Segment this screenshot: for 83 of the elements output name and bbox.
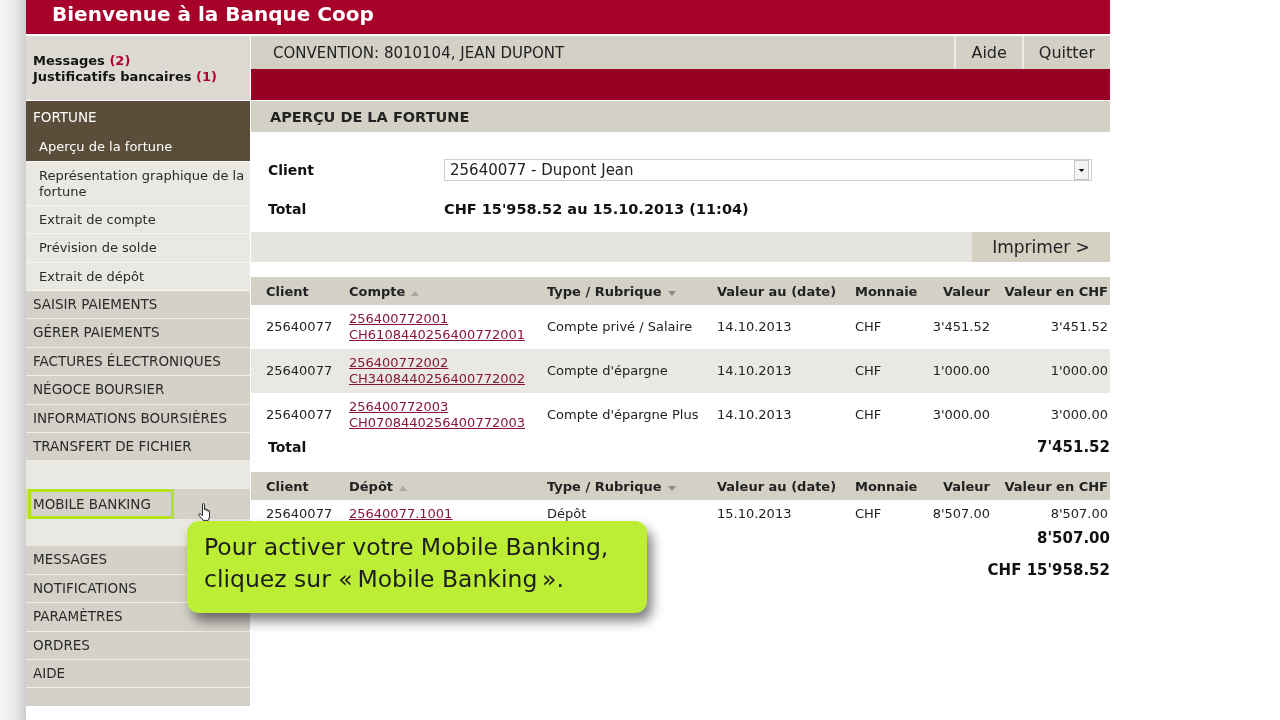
table-cell: 25640077 [266, 407, 333, 423]
site-title: Bienvenue à la Banque Coop [52, 2, 374, 26]
table-cell: CHF [855, 506, 882, 522]
table-cell: 8'507.00 [932, 506, 990, 522]
notice-link[interactable]: Justificatifs bancaires (1) [33, 69, 217, 85]
account-link[interactable]: 256400772002 [349, 355, 449, 371]
sidebar-subitem[interactable]: Représentation graphique de la fortune [26, 161, 250, 206]
total-amount: 8'507.00 [1037, 529, 1110, 547]
iban-link[interactable]: CH0708440256400772003 [349, 415, 525, 431]
sidebar-item[interactable]: FORTUNE [26, 101, 250, 133]
sort-up-icon [411, 290, 420, 296]
table-cell: 15.10.2013 [717, 506, 792, 522]
sidebar-item[interactable]: AIDE [26, 659, 73, 688]
column-header[interactable]: Client [266, 283, 309, 299]
page-title: APERÇU DE LA FORTUNE [270, 108, 470, 125]
table-cell: 25640077 [266, 506, 333, 522]
account-link[interactable]: 256400772001 [349, 311, 449, 327]
sidebar-item[interactable]: GÉRER PAIEMENTS [26, 319, 167, 347]
sort-up-icon [399, 485, 408, 491]
table-cell: 14.10.2013 [717, 363, 792, 379]
account-link[interactable]: 25640077.1001 [349, 506, 453, 522]
total-value: CHF 15'958.52 au 15.10.2013 (11:04) [444, 201, 749, 217]
field-label: Total [268, 201, 307, 217]
column-header[interactable]: Compte [349, 283, 420, 299]
column-header[interactable]: Valeur en CHF [1004, 478, 1108, 494]
table-cell: 14.10.2013 [717, 407, 792, 423]
sidebar-item[interactable]: TRANSFERT DE FICHIER [26, 432, 199, 461]
client-select[interactable]: 25640077 - Dupont Jean [444, 159, 1092, 181]
table-cell: Compte privé / Salaire [547, 319, 693, 335]
table-cell: Dépôt [547, 506, 587, 522]
table-cell: 1'000.00 [932, 363, 990, 379]
column-header[interactable]: Valeur [942, 283, 990, 299]
sidebar-item[interactable]: PARAMÈTRES [26, 603, 130, 631]
table-cell: Compte d'épargne Plus [547, 407, 699, 423]
column-header[interactable]: Valeur au (date) [717, 283, 837, 299]
account-link[interactable]: 256400772003 [349, 399, 449, 415]
table-cell: CHF [855, 319, 882, 335]
iban-link[interactable]: CH6108440256400772001 [349, 327, 525, 343]
tutorial-tooltip: Pour activer votre Mobile Banking, cliquez sur « Mobile Banking ». [187, 521, 647, 613]
column-header[interactable]: Dépôt [349, 478, 408, 494]
table-cell: 3'451.52 [932, 319, 990, 335]
sidebar-item[interactable]: INFORMATIONS BOURSIÈRES [26, 404, 234, 432]
total-label: Total [268, 439, 307, 455]
sidebar-subitem[interactable]: Aperçu de la fortune [26, 133, 250, 162]
column-header[interactable]: Monnaie [855, 478, 918, 494]
column-header[interactable]: Monnaie [855, 283, 918, 299]
table-cell: 8'507.00 [1050, 506, 1108, 522]
column-header[interactable]: Valeur [942, 478, 990, 494]
table-cell: 25640077 [266, 319, 333, 335]
column-header[interactable]: Valeur au (date) [717, 478, 837, 494]
table-cell: 3'000.00 [932, 407, 990, 423]
sidebar-item[interactable]: MOBILE BANKING [28, 488, 174, 519]
sort-down-icon [667, 485, 676, 491]
column-header[interactable]: Valeur en CHF [1004, 283, 1108, 299]
column-header[interactable]: Type / Rubrique [547, 478, 676, 494]
sidebar-subitem[interactable]: Extrait de dépôt [26, 262, 250, 291]
sidebar-item[interactable]: SAISIR PAIEMENTS [26, 291, 165, 319]
hand-cursor-icon [198, 503, 210, 521]
table-cell: 1'000.00 [1050, 363, 1108, 379]
sort-down-icon [667, 290, 676, 296]
notice-link[interactable]: Messages (2) [33, 53, 131, 69]
sidebar-subitem[interactable]: Prévision de solde [26, 234, 250, 263]
table-cell: Compte d'épargne [547, 363, 668, 379]
sidebar-item[interactable]: NÉGOCE BOURSIER [26, 376, 172, 404]
grand-total: CHF 15'958.52 [987, 561, 1110, 579]
table-cell: 3'000.00 [1050, 407, 1108, 423]
sidebar-subitem[interactable]: Extrait de compte [26, 205, 250, 234]
table-cell: 14.10.2013 [717, 319, 792, 335]
iban-link[interactable]: CH3408440256400772002 [349, 371, 525, 387]
sidebar-item[interactable]: NOTIFICATIONS [26, 574, 144, 603]
total-amount: 7'451.52 [1037, 438, 1110, 456]
table-cell: CHF [855, 363, 882, 379]
column-header[interactable]: Client [266, 478, 309, 494]
sidebar-item[interactable]: ORDRES [26, 631, 97, 659]
sidebar-item[interactable]: MESSAGES [26, 546, 115, 574]
print-button[interactable]: Imprimer > [972, 232, 1110, 262]
column-header[interactable]: Type / Rubrique [547, 283, 676, 299]
field-label: Client [268, 162, 315, 178]
table-cell: 3'451.52 [1050, 319, 1108, 335]
sidebar-item[interactable]: FACTURES ÉLECTRONIQUES [26, 347, 228, 376]
table-cell: 25640077 [266, 363, 333, 379]
table-cell: CHF [855, 407, 882, 423]
convention-label: CONVENTION: 8010104, JEAN DUPONT [272, 43, 565, 62]
